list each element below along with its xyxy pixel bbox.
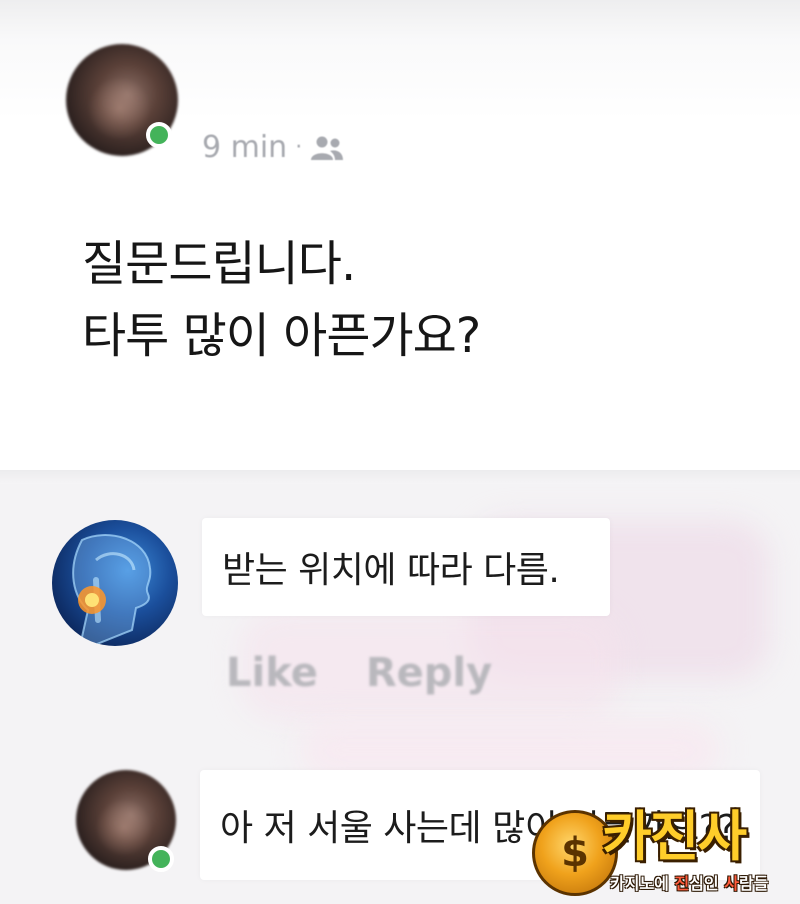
watermark-title: 카진사 — [602, 805, 747, 868]
comment-bubble: 받는 위치에 따라 다름. — [202, 518, 610, 616]
friends-icon — [311, 136, 344, 160]
like-button[interactable]: Like — [226, 650, 318, 696]
reply-button[interactable]: Reply — [366, 650, 492, 696]
commenter-avatar[interactable] — [52, 520, 178, 646]
logo-symbol: $ — [561, 830, 589, 876]
watermark-subtitle: 카지노에 진심인 사람들 — [610, 874, 769, 893]
post-body: 질문드립니다. 타투 많이 아픈가요? — [82, 228, 722, 372]
post-card: 9 min · 질문드립니다. 타투 많이 아픈가요? — [0, 0, 800, 470]
online-status-dot — [146, 122, 172, 148]
post-text-line: 질문드립니다. — [82, 236, 356, 292]
watermark: $ 카진사 카지노에 진심인 사람들 — [532, 806, 794, 898]
post-meta: 9 min · — [202, 130, 344, 165]
section-divider — [0, 470, 800, 484]
comment-text: 받는 위치에 따라 다름. — [222, 550, 560, 591]
throat-illustration-icon — [72, 534, 152, 646]
online-status-dot — [148, 846, 174, 872]
meta-separator: · — [295, 135, 303, 160]
post-text-line: 타투 많이 아픈가요? — [82, 308, 481, 364]
comment-actions: Like Reply — [226, 650, 492, 696]
post-time[interactable]: 9 min — [202, 130, 287, 165]
